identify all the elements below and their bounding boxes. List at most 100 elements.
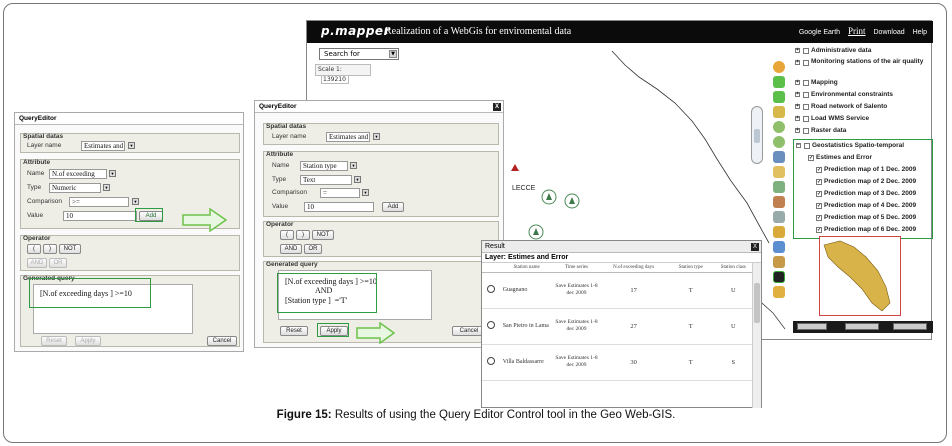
- close-icon[interactable]: X: [493, 103, 501, 111]
- expand-icon[interactable]: +: [795, 80, 800, 85]
- legend-sub-item[interactable]: ✓ Prediction map of 1 Dec. 2009: [794, 164, 932, 176]
- query-editor-icon[interactable]: [773, 271, 785, 283]
- qe1-apply-button[interactable]: Apply: [75, 336, 101, 346]
- layer-checkbox[interactable]: [803, 60, 809, 66]
- legend-item[interactable]: + Monitoring stations of the air quality: [793, 57, 933, 77]
- chevron-down-icon[interactable]: ▼: [128, 142, 135, 149]
- legend-sub-item[interactable]: ✓ Estimes and Error: [794, 152, 932, 164]
- zoom-slider[interactable]: [751, 106, 763, 164]
- overview-map[interactable]: [819, 236, 901, 316]
- google-earth-link[interactable]: Google Earth: [799, 29, 840, 36]
- qe1-reset-button[interactable]: Reset: [41, 336, 67, 346]
- qe1-name-select[interactable]: N.of exceeding: [49, 169, 107, 179]
- results-scrollbar[interactable]: [752, 263, 761, 408]
- zoom-to-feature-icon[interactable]: [487, 285, 496, 293]
- qe2-add-button[interactable]: Add: [382, 202, 404, 212]
- qe2-type-select[interactable]: Text: [300, 175, 352, 185]
- qe1-comparison-select[interactable]: >=: [69, 197, 129, 207]
- station-marker-icon[interactable]: [528, 224, 544, 240]
- table-row[interactable]: Villa Baldassarre Save Estimates 1-8 dec…: [482, 344, 752, 381]
- layer-checkbox[interactable]: ✓: [816, 203, 822, 209]
- layer-checkbox[interactable]: ✓: [816, 167, 822, 173]
- chevron-down-icon[interactable]: ▼: [132, 198, 139, 205]
- layer-checkbox[interactable]: [803, 116, 809, 122]
- layer-checkbox[interactable]: ✓: [816, 191, 822, 197]
- expand-icon[interactable]: +: [795, 60, 800, 65]
- layer-checkbox[interactable]: [803, 48, 809, 54]
- download-link[interactable]: Download: [874, 29, 905, 36]
- zoom-out-icon[interactable]: [773, 136, 785, 148]
- scale-input[interactable]: 139210: [321, 75, 349, 84]
- print-link[interactable]: Print: [848, 26, 866, 36]
- qe2-close-paren-button[interactable]: ): [296, 230, 310, 240]
- qe2-and-button[interactable]: AND: [280, 244, 302, 254]
- pan-icon[interactable]: [773, 106, 785, 118]
- table-row[interactable]: Guagnano Save Estimates 1-8 dec 2009 17 …: [482, 272, 752, 309]
- zoom-in-icon[interactable]: [773, 121, 785, 133]
- arrow-right-icon[interactable]: [773, 91, 785, 103]
- qe2-comparison-select[interactable]: =: [320, 188, 360, 198]
- station-marker-icon[interactable]: [564, 193, 580, 209]
- query-icon[interactable]: [773, 181, 785, 193]
- legend-sub-item[interactable]: ✓ Prediction map of 4 Dec. 2009: [794, 200, 932, 212]
- legend-sub-item[interactable]: ✓ Prediction map of 3 Dec. 2009: [794, 188, 932, 200]
- layer-checkbox[interactable]: ✓: [808, 155, 814, 161]
- qe1-open-paren-button[interactable]: (: [27, 244, 41, 254]
- qe2-reset-button[interactable]: Reset: [280, 326, 308, 336]
- layer-checkbox[interactable]: [803, 104, 809, 110]
- chevron-down-icon[interactable]: ▼: [354, 176, 361, 183]
- chevron-down-icon[interactable]: ▼: [109, 170, 116, 177]
- zoom-slider-knob[interactable]: [754, 129, 760, 143]
- search-select[interactable]: Search for ▼: [319, 48, 399, 60]
- legend-sub-item[interactable]: ✓ Prediction map of 2 Dec. 2009: [794, 176, 932, 188]
- identify-icon[interactable]: [773, 151, 785, 163]
- legend-sub-item[interactable]: ✓ Prediction map of 6 Dec. 2009: [794, 224, 932, 236]
- legend-item[interactable]: + Load WMS Service: [793, 113, 933, 125]
- chevron-down-icon[interactable]: ▼: [350, 162, 357, 169]
- layer-checkbox[interactable]: ✓: [816, 227, 822, 233]
- chevron-down-icon[interactable]: ▼: [373, 133, 380, 140]
- ruler-icon[interactable]: [773, 256, 785, 268]
- station-marker-icon[interactable]: [541, 189, 557, 205]
- expand-icon[interactable]: +: [795, 128, 800, 133]
- chevron-down-icon[interactable]: ▼: [103, 184, 110, 191]
- qe2-value-input[interactable]: 10: [304, 202, 374, 212]
- measure-icon[interactable]: [773, 196, 785, 208]
- table-cell[interactable]: [482, 272, 501, 309]
- qe1-or-button[interactable]: OR: [49, 258, 67, 268]
- coordinates-icon[interactable]: [773, 211, 785, 223]
- qe2-layer-select[interactable]: Estimates and: [326, 132, 370, 142]
- zoom-to-feature-icon[interactable]: [487, 321, 496, 329]
- qe2-open-paren-button[interactable]: (: [280, 230, 294, 240]
- table-cell[interactable]: [482, 344, 501, 381]
- home-icon[interactable]: [773, 61, 785, 73]
- qe1-not-button[interactable]: NOT: [59, 244, 81, 254]
- expand-icon[interactable]: +: [795, 48, 800, 53]
- layer-checkbox[interactable]: [803, 128, 809, 134]
- qe1-layer-select[interactable]: Estimates and: [81, 141, 125, 151]
- qe1-and-button[interactable]: AND: [27, 258, 47, 268]
- legend-item[interactable]: + Raster data: [793, 125, 933, 137]
- qe2-or-button[interactable]: OR: [304, 244, 322, 254]
- layer-checkbox[interactable]: [804, 143, 810, 149]
- scrollbar-thumb[interactable]: [754, 283, 760, 323]
- qe1-type-select[interactable]: Numeric: [49, 183, 101, 193]
- qe1-cancel-button[interactable]: Cancel: [207, 336, 237, 346]
- qe1-value-input[interactable]: 10: [63, 211, 137, 221]
- arrow-left-icon[interactable]: [773, 76, 785, 88]
- legend-item[interactable]: − Geostatistics Spatio-temporal: [794, 140, 932, 152]
- layer-checkbox[interactable]: ✓: [816, 179, 822, 185]
- collapse-icon[interactable]: −: [796, 143, 801, 148]
- layer-checkbox[interactable]: [803, 92, 809, 98]
- help-link[interactable]: Help: [913, 29, 927, 36]
- layer-checkbox[interactable]: ✓: [816, 215, 822, 221]
- pencil-icon[interactable]: [773, 286, 785, 298]
- expand-icon[interactable]: +: [795, 92, 800, 97]
- zoom-to-feature-icon[interactable]: [487, 357, 496, 365]
- layers-icon[interactable]: [773, 241, 785, 253]
- legend-item[interactable]: + Mapping: [793, 77, 933, 89]
- expand-icon[interactable]: +: [795, 116, 800, 121]
- close-icon[interactable]: X: [751, 243, 759, 251]
- table-cell[interactable]: [482, 308, 501, 345]
- legend-item[interactable]: + Administrative data: [793, 45, 933, 57]
